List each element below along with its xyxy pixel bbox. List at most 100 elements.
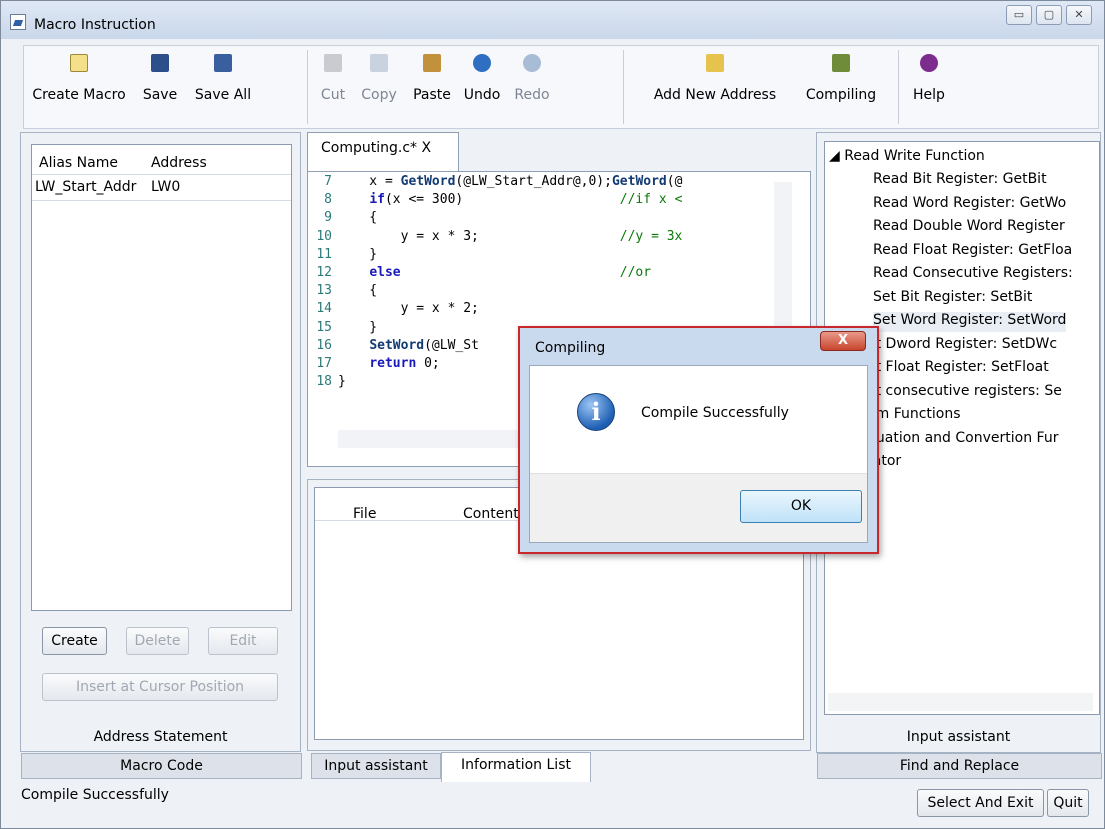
save-all-icon <box>214 54 232 72</box>
code-line[interactable]: 8 if(x <= 300) //if x < <box>308 192 682 210</box>
tree-item[interactable]: et consecutive registers: Se <box>867 383 1062 403</box>
code-line[interactable]: 9 { <box>308 210 377 228</box>
alias-name-header[interactable]: Alias Name <box>32 145 144 174</box>
save-icon <box>151 54 169 72</box>
line-number: 9 <box>324 210 332 226</box>
redo-label: Redo <box>514 87 550 103</box>
status-text: Compile Successfully <box>21 787 169 803</box>
code-text: return 0; <box>369 356 440 371</box>
minimize-button[interactable]: ▭ <box>1006 5 1032 25</box>
tree-root-read-write-function[interactable]: ◢ Read Write Function <box>829 148 985 168</box>
line-number: 12 <box>316 265 332 280</box>
tab-find-and-replace[interactable]: Find and Replace <box>817 753 1102 779</box>
create-macro-label: Create Macro <box>32 87 126 103</box>
code-text: } <box>338 374 346 390</box>
line-number: 15 <box>316 319 332 335</box>
select-and-exit-button[interactable]: Select And Exit <box>917 789 1044 817</box>
undo-icon <box>473 54 491 72</box>
code-line[interactable]: 13 { <box>308 283 377 301</box>
insert-at-cursor-button[interactable]: Insert at Cursor Position <box>42 673 278 701</box>
editor-tabs: Computing.c* X <box>307 132 811 173</box>
table-row[interactable]: LW_Start_Addr LW0 <box>32 175 291 201</box>
tab-information-list[interactable]: Information List <box>441 752 591 782</box>
cut-label: Cut <box>320 87 346 103</box>
tab-macro-code[interactable]: Macro Code <box>21 753 302 779</box>
ok-button[interactable]: OK <box>740 490 862 523</box>
address-header[interactable]: Address <box>144 145 284 174</box>
tab-computing-c[interactable]: Computing.c* X <box>307 132 459 173</box>
save-all-button[interactable]: Save All <box>188 46 258 128</box>
code-line[interactable]: 18} <box>308 374 346 392</box>
dialog-body: i Compile Successfully OK <box>529 365 868 543</box>
edit-button[interactable]: Edit <box>208 627 278 655</box>
cut-button[interactable]: Cut <box>314 46 352 128</box>
help-book-icon <box>920 54 938 72</box>
tree-item[interactable]: Set Word Register: SetWord <box>873 312 1067 332</box>
tree-item[interactable]: Read Bit Register: GetBit <box>873 171 1047 191</box>
line-number: 14 <box>316 301 332 317</box>
dialog-close-button[interactable]: X <box>820 331 866 351</box>
tree-item[interactable]: Read Word Register: GetWo <box>873 195 1066 215</box>
save-button[interactable]: Save <box>132 46 188 128</box>
create-macro-button[interactable]: Create Macro <box>26 46 132 128</box>
compiling-button[interactable]: Compiling <box>794 46 888 128</box>
code-line[interactable]: 7 x = GetWord(@LW_Start_Addr@,0);GetWord… <box>308 174 682 192</box>
tree-item[interactable]: et Dword Register: SetDWc <box>867 336 1057 356</box>
tree-horizontal-scrollbar[interactable] <box>828 693 1093 711</box>
tree-item[interactable]: Read Float Register: GetFloa <box>873 242 1072 262</box>
close-button[interactable]: ✕ <box>1066 5 1092 25</box>
dialog-message: Compile Successfully <box>641 405 789 421</box>
editor-horizontal-scrollbar[interactable] <box>338 430 538 448</box>
copy-label: Copy <box>361 87 397 103</box>
line-number: 17 <box>316 356 332 371</box>
alias-cell: LW_Start_Addr <box>35 179 137 195</box>
window-title: Macro Instruction <box>34 17 156 33</box>
add-new-address-label: Add New Address <box>653 87 777 103</box>
code-text: { <box>338 283 378 299</box>
paste-label: Paste <box>413 87 451 103</box>
tree-item[interactable]: et Float Register: SetFloat <box>867 359 1049 379</box>
code-line[interactable]: 16 SetWord(@LW_St <box>308 338 479 356</box>
code-text: else //or <box>369 265 652 280</box>
line-number: 11 <box>316 246 332 262</box>
redo-button[interactable]: Redo <box>506 46 558 128</box>
tree-item[interactable]: Set Bit Register: SetBit <box>873 289 1032 309</box>
add-new-address-button[interactable]: Add New Address <box>636 46 794 128</box>
code-text: { <box>338 210 378 226</box>
tree-root-label: Read Write Function <box>844 148 985 164</box>
compiling-label: Compiling <box>805 87 877 103</box>
paste-icon <box>423 54 441 72</box>
code-line[interactable]: 12 else //or <box>308 265 651 283</box>
code-text: if(x <= 300) //if x < <box>369 192 683 208</box>
code-line[interactable]: 17 return 0; <box>308 356 440 374</box>
paste-button[interactable]: Paste <box>406 46 458 128</box>
code-line[interactable]: 15 } <box>308 320 377 338</box>
file-column-header[interactable]: File <box>353 488 463 522</box>
title-bar: Macro Instruction ▭ ▢ ✕ <box>1 1 1104 39</box>
code-text: x = GetWord(@LW_Start_Addr@,0);GetWord(@ <box>338 174 683 189</box>
tab-input-assistant[interactable]: Input assistant <box>311 753 441 779</box>
address-table[interactable]: Alias Name Address LW_Start_Addr LW0 <box>31 144 292 611</box>
create-button[interactable]: Create <box>42 627 107 655</box>
delete-button[interactable]: Delete <box>126 627 189 655</box>
collapse-arrow-icon[interactable]: ◢ <box>829 148 844 164</box>
tree-item[interactable]: puation and Convertion Fur <box>867 430 1058 450</box>
code-line[interactable]: 11 } <box>308 247 377 265</box>
code-line[interactable]: 14 y = x * 2; <box>308 301 479 319</box>
tree-item[interactable]: Read Consecutive Registers: <box>873 265 1073 285</box>
code-line[interactable]: 10 y = x * 3; //y = 3x <box>308 229 682 247</box>
info-icon: i <box>577 393 615 431</box>
address-table-header: Alias Name Address <box>32 145 291 175</box>
help-button[interactable]: Help <box>904 46 954 128</box>
quit-button[interactable]: Quit <box>1047 789 1089 817</box>
maximize-button[interactable]: ▢ <box>1036 5 1062 25</box>
tree-item[interactable]: Read Double Word Register <box>873 218 1065 238</box>
undo-button[interactable]: Undo <box>458 46 506 128</box>
line-number: 7 <box>324 174 332 189</box>
save-all-label: Save All <box>194 87 252 103</box>
copy-button[interactable]: Copy <box>352 46 406 128</box>
tree-item[interactable]: em Functions <box>867 406 961 426</box>
code-text: y = x * 3; //y = 3x <box>338 228 683 244</box>
macro-instruction-window: Macro Instruction ▭ ▢ ✕ Create Macro Sav… <box>0 0 1105 829</box>
compiling-dialog: Compiling X i Compile Successfully OK <box>518 326 879 554</box>
